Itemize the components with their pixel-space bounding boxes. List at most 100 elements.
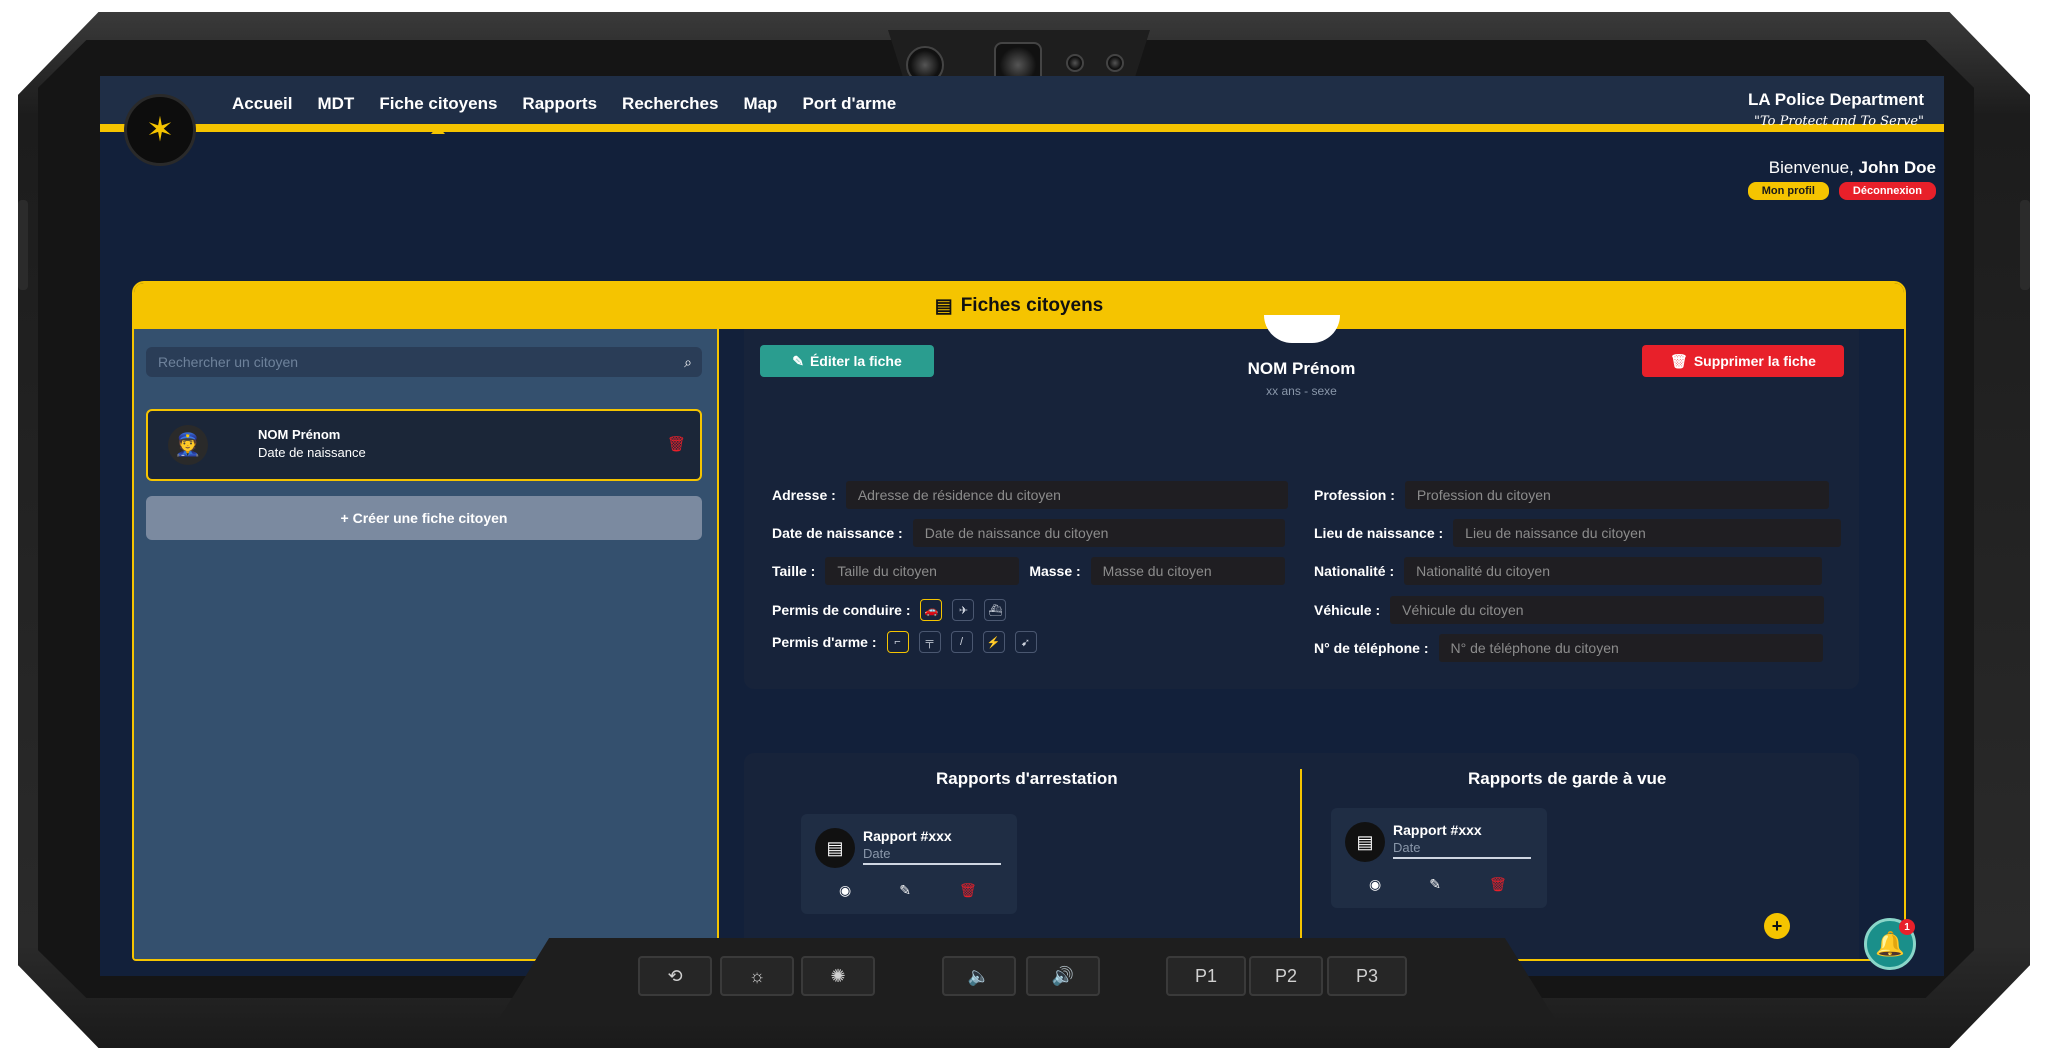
p1-button[interactable]: P1 [1166,956,1246,996]
masse-field[interactable]: Masse du citoyen [1090,557,1285,585]
vehicle-field[interactable]: Véhicule du citoyen [1390,596,1825,624]
report-title: Rapport #xxx [863,828,952,844]
top-nav-bar: Accueil MDT Fiche citoyens Rapports Rech… [100,76,1944,134]
citizen-name: NOM Prénom [258,427,341,442]
nav-port-arme[interactable]: Port d'arme [802,94,896,114]
report-date: Date [863,846,1001,865]
citizen-panel: ▤ Fiches citoyens Rechercher un citoyen … [132,281,1906,961]
dob-field[interactable]: Date de naissance du citoyen [912,519,1285,547]
search-icon[interactable]: ⌕ [684,354,692,371]
logout-button[interactable]: Déconnexion [1838,182,1936,200]
report-actions: ◉ ✎ 🗑 [1369,876,1507,893]
birthplace-field[interactable]: Lieu de naissance du citoyen [1453,519,1842,547]
welcome-block: Bienvenue, John Doe Mon profil Déconnexi… [1747,158,1936,200]
document-icon: ▤ [1345,822,1385,862]
trash-icon[interactable]: 🗑 [667,435,686,453]
citizen-search-input[interactable]: Rechercher un citoyen ⌕ [146,347,702,377]
plane-icon[interactable]: ✈ [952,599,975,621]
rotate-icon[interactable]: ⟲ [638,956,712,996]
add-report-button[interactable]: + [1764,913,1790,939]
tablet-stage: Accueil MDT Fiche citoyens Rapports Rech… [0,0,2048,1061]
volume-down-icon[interactable]: 🔈 [942,956,1016,996]
citizen-list-item[interactable]: 👮 NOM Prénom Date de naissance 🗑 [146,409,702,481]
taille-label: Taille : [772,563,816,579]
brand-name: LA Police Department [1747,90,1924,109]
panel-title: Fiches citoyens [960,295,1104,316]
nav-accueil[interactable]: Accueil [232,94,292,114]
eye-icon[interactable]: ◉ [839,882,851,899]
citizen-sidebar: Rechercher un citoyen ⌕ 👮 NOM Prénom Dat… [134,329,719,959]
screen: Accueil MDT Fiche citoyens Rapports Rech… [100,76,1944,976]
nav-map[interactable]: Map [743,94,777,114]
brand-motto: "To Protect and To Serve" [1754,114,1924,129]
nationality-field[interactable]: Nationalité du citoyen [1404,557,1823,585]
citizen-photo [1264,315,1340,343]
rifle-icon[interactable]: ╤ [918,631,941,653]
panel-header: ▤ Fiches citoyens [134,283,1904,329]
nationality-label: Nationalité : [1314,563,1395,579]
arrest-report-card[interactable]: ▤ Rapport #xxx Date ◉ ✎ 🗑 [801,814,1017,914]
custody-reports-title: Rapports de garde à vue [1468,769,1667,788]
report-actions: ◉ ✎ 🗑 [839,882,977,899]
create-citizen-button[interactable]: + Créer une fiche citoyen [146,496,702,540]
profession-field[interactable]: Profession du citoyen [1404,481,1829,509]
nav-recherches[interactable]: Recherches [622,94,718,114]
boat-icon[interactable]: ⛴ [984,599,1007,621]
masse-label: Masse : [1029,563,1081,579]
adresse-label: Adresse : [772,487,836,503]
document-icon: ▤ [815,828,855,868]
reports-section: Rapports d'arrestation Rapports de garde… [744,753,1859,959]
weapon-license-label: Permis d'arme : [772,634,877,650]
citizen-avatar: 👮 [168,425,208,465]
vehicle-label: Véhicule : [1314,602,1381,618]
dob-label: Date de naissance : [772,525,903,541]
nav-mdt[interactable]: MDT [317,94,354,114]
notification-count: 1 [1899,919,1915,935]
brightness-up-icon[interactable]: ✺ [801,956,875,996]
custody-report-card[interactable]: ▤ Rapport #xxx Date ◉ ✎ 🗑 [1331,808,1547,908]
birthplace-label: Lieu de naissance : [1314,525,1444,541]
profile-name: NOM Prénom [1247,359,1356,378]
phone-field[interactable]: N° de téléphone du citoyen [1438,634,1823,662]
trash-icon[interactable]: 🗑 [959,882,977,899]
star-icon: ✶ [145,111,175,149]
arrest-reports-title: Rapports d'arrestation [936,769,1118,788]
police-badge-logo[interactable]: ✶ [124,94,196,166]
driving-license-label: Permis de conduire : [772,602,911,618]
side-button-right [2020,200,2030,290]
phone-label: N° de téléphone : [1314,640,1429,656]
sensor-icon [1066,54,1084,72]
p2-button[interactable]: P2 [1249,956,1323,996]
trash-icon[interactable]: 🗑 [1489,876,1507,893]
nav-rapports[interactable]: Rapports [522,94,597,114]
citizen-profile: ✎ Éditer la fiche 🗑 Supprimer la fiche NOM… [744,315,1859,689]
profile-button[interactable]: Mon profil [1747,182,1829,200]
report-date: Date [1393,840,1531,859]
taille-field[interactable]: Taille du citoyen [825,557,1020,585]
sensor-icon [1106,54,1124,72]
user-name: John Doe [1858,158,1936,177]
car-icon[interactable]: 🚗 [920,599,943,621]
side-button-left [18,200,28,290]
profile-age-sex: xx ans - sexe [1266,384,1337,398]
reports-divider [1300,769,1302,959]
notifications-button[interactable]: 🔔 1 [1864,918,1916,970]
citizen-dob: Date de naissance [258,445,366,460]
nav-fiche-citoyens[interactable]: Fiche citoyens [379,94,497,134]
pistol-icon[interactable]: ⌐ [886,631,909,653]
search-placeholder: Rechercher un citoyen [158,354,299,370]
volume-up-icon[interactable]: 🔊 [1026,956,1100,996]
pencil-icon[interactable]: ✎ [1429,876,1441,893]
bell-icon: 🔔 [1875,930,1905,958]
eye-icon[interactable]: ◉ [1369,876,1381,893]
report-title: Rapport #xxx [1393,822,1482,838]
hunting-icon[interactable]: ➹ [1014,631,1037,653]
adresse-field[interactable]: Adresse de résidence du citoyen [845,481,1288,509]
knife-icon[interactable]: / [950,631,973,653]
taser-icon[interactable]: ⚡ [982,631,1005,653]
pencil-icon[interactable]: ✎ [899,882,911,899]
p3-button[interactable]: P3 [1327,956,1407,996]
file-icon: ▤ [934,295,953,317]
profession-label: Profession : [1314,487,1395,503]
brightness-down-icon[interactable]: ☼ [720,956,794,996]
